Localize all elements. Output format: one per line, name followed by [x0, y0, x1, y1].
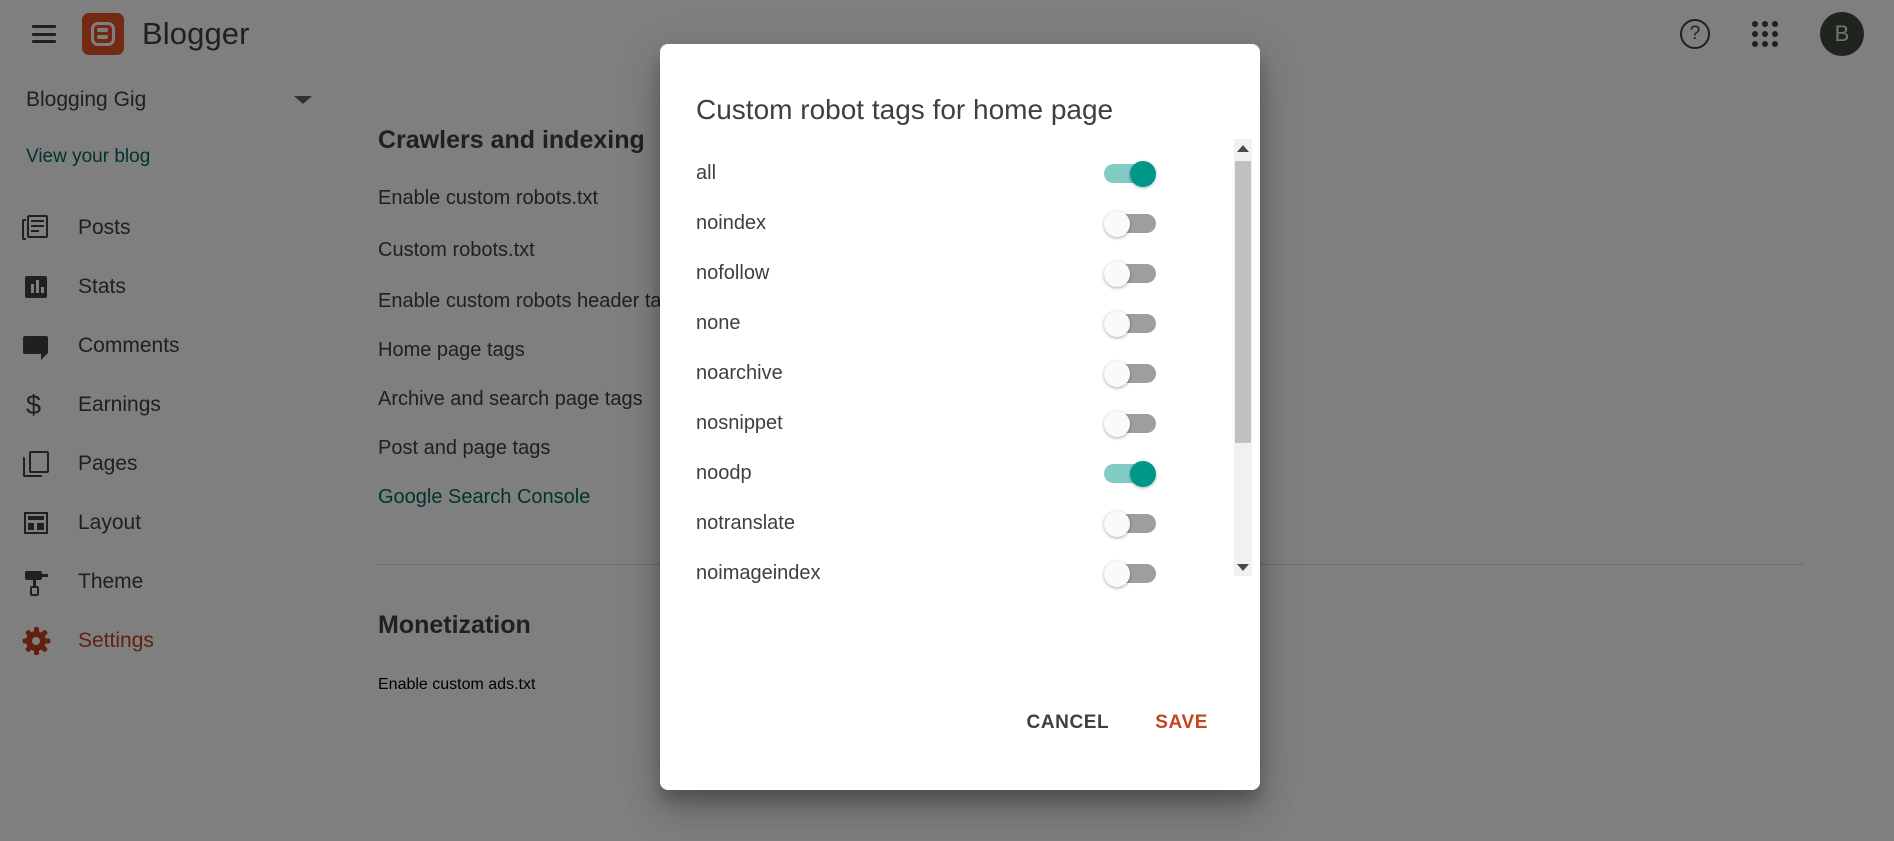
- tag-toggle-notranslate[interactable]: [1104, 511, 1156, 537]
- custom-robot-tags-dialog: Custom robot tags for home page all noin…: [660, 44, 1260, 790]
- dialog-scrollbar[interactable]: [1234, 139, 1252, 576]
- chevron-up-icon[interactable]: [1234, 139, 1252, 157]
- tag-row[interactable]: nofollow: [696, 248, 1166, 298]
- tag-toggle-nofollow[interactable]: [1104, 261, 1156, 287]
- robot-tags-list: all noindex nofollow none noarchive nosn…: [696, 148, 1166, 598]
- save-button[interactable]: SAVE: [1139, 700, 1224, 746]
- tag-row[interactable]: noimageindex: [696, 548, 1166, 598]
- tag-label: nofollow: [696, 261, 770, 284]
- tag-toggle-all[interactable]: [1104, 161, 1156, 187]
- tag-label: none: [696, 311, 741, 334]
- tag-row[interactable]: notranslate: [696, 498, 1166, 548]
- tag-toggle-none[interactable]: [1104, 311, 1156, 337]
- tag-row[interactable]: none: [696, 298, 1166, 348]
- tag-label: all: [696, 161, 717, 184]
- chevron-down-icon[interactable]: [1234, 558, 1252, 576]
- tag-row[interactable]: all: [696, 148, 1166, 198]
- tag-row[interactable]: noarchive: [696, 348, 1166, 398]
- tag-row[interactable]: noindex: [696, 198, 1166, 248]
- tag-label: notranslate: [696, 511, 795, 534]
- tag-toggle-noodp[interactable]: [1104, 461, 1156, 487]
- scrollbar-thumb[interactable]: [1235, 161, 1251, 443]
- tag-row[interactable]: nosnippet: [696, 398, 1166, 448]
- tag-toggle-nosnippet[interactable]: [1104, 411, 1156, 437]
- dialog-title: Custom robot tags for home page: [696, 94, 1114, 125]
- dialog-body: all noindex nofollow none noarchive nosn…: [660, 139, 1260, 648]
- tag-toggle-noimageindex[interactable]: [1104, 561, 1156, 587]
- dialog-actions: CANCEL SAVE: [660, 700, 1260, 790]
- tag-toggle-noindex[interactable]: [1104, 211, 1156, 237]
- tag-row[interactable]: noodp: [696, 448, 1166, 498]
- tag-label: noodp: [696, 461, 752, 484]
- tag-label: nosnippet: [696, 411, 783, 434]
- cancel-button[interactable]: CANCEL: [1011, 700, 1126, 746]
- tag-toggle-noarchive[interactable]: [1104, 361, 1156, 387]
- tag-label: noarchive: [696, 361, 783, 384]
- tag-label: noindex: [696, 211, 767, 234]
- tag-label: noimageindex: [696, 561, 821, 584]
